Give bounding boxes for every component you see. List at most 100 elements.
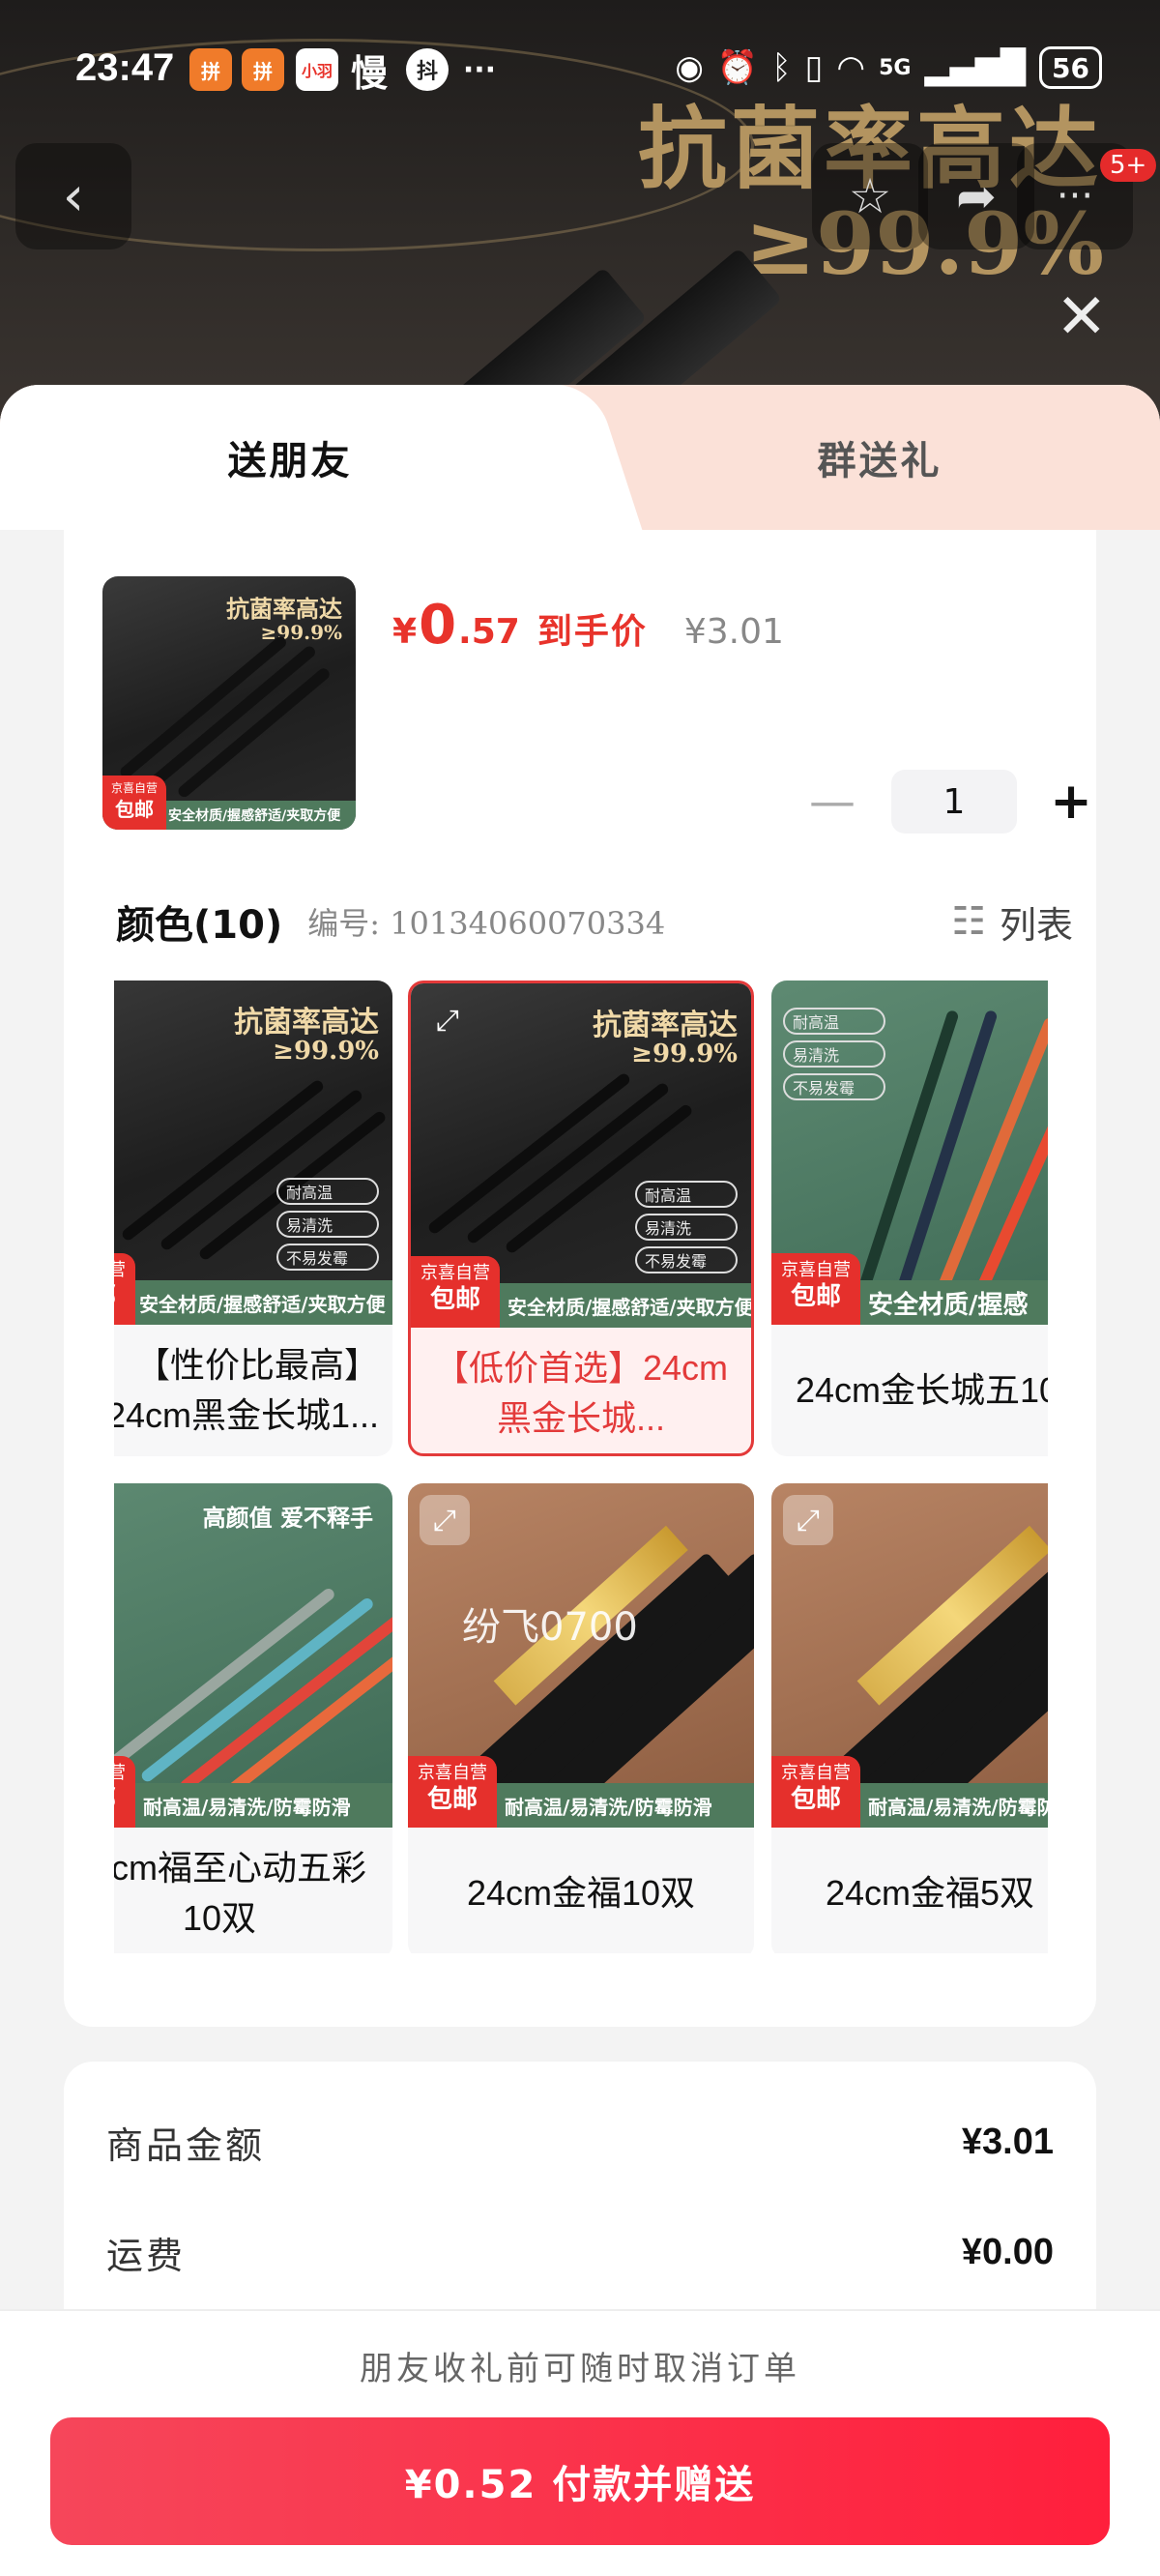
feature-check: 易清洗 <box>635 1214 738 1241</box>
variant-image: ⤢ 耐高温/易清洗/防霉防滑 京喜自营包邮 <box>771 1483 1048 1828</box>
bluetooth-icon: ᛒ <box>771 48 792 87</box>
app-notification-icon: 拼 <box>189 48 232 91</box>
price-decimal: .57 <box>458 612 520 652</box>
feature-check: 不易发霉 <box>783 1073 885 1100</box>
fee-row-goods: 商品金额 ¥3.01 <box>106 2116 1054 2169</box>
tab-group-gift[interactable]: 群送礼 <box>599 385 1160 530</box>
badge-bottom-text: 包邮 <box>426 1785 478 1815</box>
badge-top-text: 京喜自营 <box>110 781 158 795</box>
variant-image: ⤢ 耐高温/易清洗/防霉防滑 京喜自营包邮 <box>408 1483 754 1828</box>
status-time: 23:47 <box>75 46 175 89</box>
badge-bottom-text: 包邮 <box>790 1282 841 1312</box>
variant-label: 24cm福至心动五彩10双 <box>114 1847 367 1938</box>
favorite-button[interactable]: ☆ <box>812 143 928 249</box>
list-toggle-label: 列表 <box>999 903 1073 947</box>
variant-tile[interactable]: ⤢ 耐高温/易清洗/防霉防滑 京喜自营 包邮 24cm金福10双 <box>408 1483 754 1953</box>
pay-and-send-button[interactable]: ¥0.52 付款并赠送 <box>50 2417 1110 2545</box>
quantity-input[interactable]: 1 <box>891 770 1017 834</box>
thumb-headline: 抗菌率高达 <box>226 595 342 623</box>
product-card: 抗菌率高达 ≥99.9% 安全材质/握感舒适/夹取方便 京喜自营 包邮 ¥ 0 .… <box>64 530 1096 2027</box>
variant-headline: 抗菌率高达 <box>593 1009 738 1042</box>
feature-check: 易清洗 <box>783 1040 885 1068</box>
signal-icon: ▂▄▆█ <box>924 48 1027 87</box>
feature-strip: 安全材质/握感舒适/夹取方便 <box>114 1280 392 1325</box>
fee-label: 运费 <box>106 2235 187 2277</box>
feature-check: 耐高温 <box>783 1008 885 1035</box>
feature-check: 耐高温 <box>635 1181 738 1208</box>
fee-row-shipping: 运费 ¥0.00 <box>106 2226 1054 2279</box>
variant-tile[interactable]: 耐高温 易清洗 不易发霉 安全材质/握感 京喜自营包邮 24cm金长城五10双 <box>771 981 1048 1456</box>
plus-icon: + <box>1050 773 1092 831</box>
variant-tile[interactable]: 高颜值 爱不释手 耐高温/易清洗/防霉防滑 京喜自营包邮 24cm福至心动五彩1… <box>114 1483 392 1953</box>
variant-label: 【低价首选】24cm 黑金长城... <box>433 1347 729 1438</box>
variant-label: 【性价比最高】24cm黑金长城1... <box>114 1344 379 1435</box>
feature-check: 不易发霉 <box>635 1246 738 1273</box>
list-view-toggle[interactable]: ☷ 列表 <box>951 895 1073 949</box>
list-icon: ☷ <box>951 899 986 944</box>
app-notification-icon: 抖 <box>406 48 449 91</box>
variant-headline: 抗菌率高达 <box>234 1006 379 1039</box>
checkout-bar: 朋友收礼前可随时取消订单 ¥0.52 付款并赠送 <box>0 2309 1160 2576</box>
price-row: ¥ 0 .57 到手价 ¥3.01 <box>392 594 784 657</box>
badge-top-text: 京喜自营 <box>114 1260 126 1280</box>
variant-tile-selected[interactable]: 抗菌率高达 ≥99.9% 耐高温 易清洗 不易发霉 ⤢ 安全材质/握感舒适/夹取… <box>408 981 754 1456</box>
self-operated-badge: 京喜自营包邮 <box>114 1756 135 1828</box>
self-operated-badge: 京喜自营包邮 <box>771 1756 860 1828</box>
cancel-notice: 朋友收礼前可随时取消订单 <box>360 2350 800 2388</box>
increase-quantity-button[interactable]: + <box>1042 773 1100 831</box>
variant-tile[interactable]: ⤢ 耐高温/易清洗/防霉防滑 京喜自营包邮 24cm金福5双 <box>771 1483 1048 1953</box>
notification-badge: 5+ <box>1100 149 1157 182</box>
battery-indicator: 56 <box>1039 46 1102 89</box>
expand-icon[interactable]: ⤢ <box>422 995 473 1045</box>
eye-icon: ◉ <box>675 48 704 87</box>
variant-tile[interactable]: 抗菌率高达 ≥99.9% 耐高温 易清洗 不易发霉 安全材质/握感舒适/夹取方便… <box>114 981 392 1456</box>
vibrate-icon: ▯ <box>804 48 824 87</box>
badge-bottom-text: 包邮 <box>429 1285 480 1315</box>
quantity-stepper: — 1 + <box>798 770 1100 834</box>
chopstick-graphic <box>426 1071 632 1236</box>
badge-bottom-text: 包邮 <box>790 1785 841 1815</box>
badge-bottom-text: 包邮 <box>114 1281 135 1314</box>
badge-top-text: 京喜自营 <box>114 1763 126 1783</box>
badge-bottom-text: 包邮 <box>114 1784 135 1817</box>
decrease-quantity-button[interactable]: — <box>798 775 866 829</box>
share-icon: ➦ <box>956 168 997 224</box>
color-count-title: 颜色(10) <box>116 903 283 948</box>
app-notification-icon: 小羽 <box>296 48 338 91</box>
battery-level: 56 <box>1052 51 1089 84</box>
color-section-header: 颜色(10) 编号: 10134060070334 ☷ 列表 <box>116 888 1073 955</box>
variant-subline: ≥99.9% <box>631 1039 738 1068</box>
variant-subline: ≥99.9% <box>273 1037 379 1066</box>
price-currency: ¥ <box>392 612 418 652</box>
gift-tabs: 送朋友 群送礼 <box>0 385 1160 530</box>
chopstick-graphic <box>139 1595 376 1784</box>
original-price: ¥3.01 <box>683 612 784 652</box>
fee-value: ¥3.01 <box>961 2122 1054 2162</box>
price-integer: 0 <box>419 594 457 657</box>
badge-top-text: 京喜自营 <box>781 1260 851 1280</box>
chevron-left-icon: ‹ <box>62 164 85 228</box>
tab-label: 送朋友 <box>227 439 353 483</box>
badge-bottom-text: 包邮 <box>115 797 154 821</box>
minus-icon: — <box>809 775 856 829</box>
wifi-icon: ◠ <box>836 48 866 87</box>
self-operated-badge: 京喜自营包邮 <box>411 1256 500 1328</box>
watermark-text: 纷飞0700 <box>462 1605 638 1650</box>
final-price-label: 到手价 <box>536 612 648 652</box>
more-notifications-icon: ··· <box>462 52 497 87</box>
self-operated-badge: 京喜自营包邮 <box>102 776 166 830</box>
close-icon[interactable]: ✕ <box>1056 286 1108 348</box>
variant-image: 耐高温 易清洗 不易发霉 安全材质/握感 京喜自营 包邮 <box>771 981 1048 1325</box>
badge-top-text: 京喜自营 <box>781 1763 851 1783</box>
alarm-icon: ⏰ <box>716 48 759 87</box>
gift-sheet: 送朋友 群送礼 抗菌率高达 ≥99.9% 安全材质/握感舒适/夹取方便 京喜自营… <box>0 385 1160 2576</box>
self-operated-badge: 京喜自营包邮 <box>114 1253 135 1325</box>
expand-icon[interactable]: ⤢ <box>783 1495 833 1545</box>
tab-send-friend[interactable]: 送朋友 <box>0 385 580 530</box>
fee-value: ¥0.00 <box>961 2232 1054 2272</box>
expand-icon[interactable]: ⤢ <box>420 1495 470 1545</box>
chopstick-graphic <box>118 633 289 780</box>
back-button[interactable]: ‹ <box>15 143 131 249</box>
status-indicators: ◉ ⏰ ᛒ ▯ ◠ 5G ▂▄▆█ 56 <box>675 46 1102 89</box>
product-thumbnail[interactable]: 抗菌率高达 ≥99.9% 安全材质/握感舒适/夹取方便 京喜自营 包邮 <box>102 576 356 830</box>
